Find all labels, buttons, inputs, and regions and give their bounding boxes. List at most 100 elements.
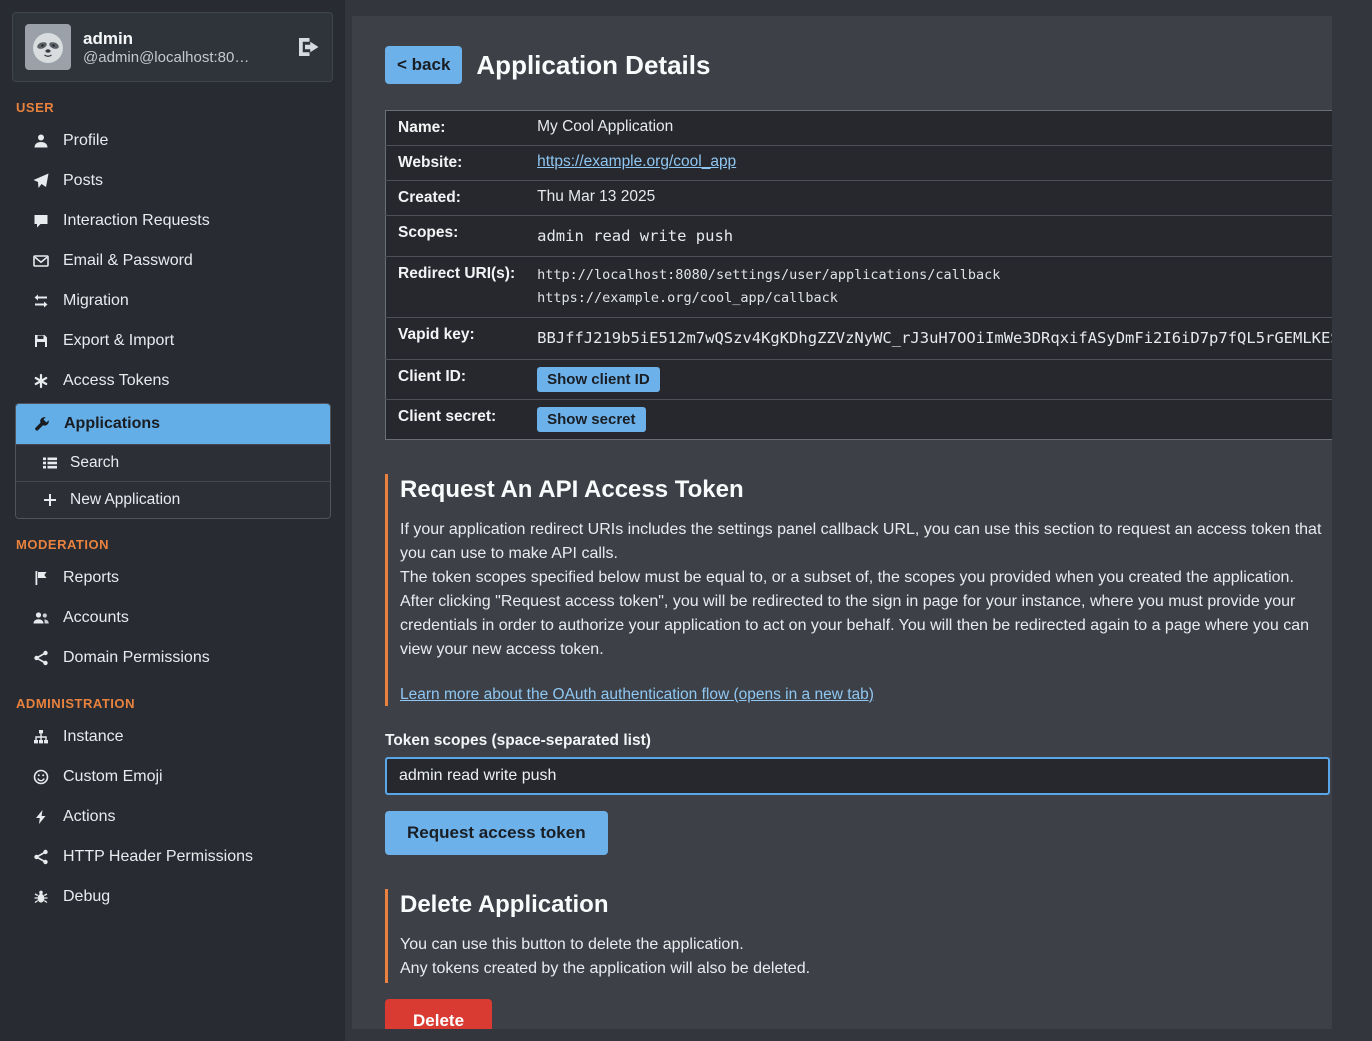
show-secret-button[interactable]: Show secret bbox=[537, 407, 645, 432]
sidebar-item-label: New Application bbox=[70, 491, 180, 509]
sidebar-item-access-tokens[interactable]: Access Tokens bbox=[0, 361, 345, 401]
share-icon bbox=[33, 849, 49, 865]
detail-label: Scopes: bbox=[386, 216, 528, 257]
redirect-uri-1: http://localhost:8080/settings/user/appl… bbox=[537, 264, 1332, 287]
sidebar-item-migration[interactable]: Migration bbox=[0, 281, 345, 321]
user-handle: @admin@localhost:80… bbox=[83, 49, 284, 66]
detail-value: https://example.org/cool_app bbox=[527, 146, 1332, 181]
sidebar-item-applications-new[interactable]: New Application bbox=[16, 481, 330, 518]
detail-label: Redirect URI(s): bbox=[386, 257, 528, 318]
sidebar-item-profile[interactable]: Profile bbox=[0, 121, 345, 161]
logout-icon[interactable] bbox=[296, 35, 320, 59]
token-section-title: Request An API Access Token bbox=[400, 476, 1330, 504]
floppy-icon bbox=[33, 333, 49, 349]
delete-section-title: Delete Application bbox=[400, 891, 1330, 919]
sidebar-item-http-header-permissions[interactable]: HTTP Header Permissions bbox=[0, 837, 345, 877]
request-button-row: Request access token bbox=[385, 795, 1330, 855]
sidebar-item-label: Reports bbox=[63, 569, 119, 587]
sidebar-item-posts[interactable]: Posts bbox=[0, 161, 345, 201]
sidebar: admin @admin@localhost:80… USER Profile … bbox=[0, 0, 345, 1041]
section-heading-user: USER bbox=[16, 100, 329, 115]
detail-value: Show secret bbox=[527, 399, 1332, 439]
user-meta: admin @admin@localhost:80… bbox=[83, 29, 284, 66]
oauth-docs-link[interactable]: Learn more about the OAuth authenticatio… bbox=[400, 686, 874, 704]
token-section-para-1: If your application redirect URIs includ… bbox=[400, 518, 1330, 566]
back-button[interactable]: < back bbox=[385, 46, 462, 84]
token-section-para-2: The token scopes specified below must be… bbox=[400, 566, 1330, 590]
page-title: Application Details bbox=[476, 50, 710, 81]
sidebar-item-label: Interaction Requests bbox=[63, 212, 210, 230]
sidebar-item-reports[interactable]: Reports bbox=[0, 558, 345, 598]
detail-row-vapid-key: Vapid key: BBJffJ219b5iE512m7wQSzv4KgKDh… bbox=[386, 318, 1333, 359]
user-card[interactable]: admin @admin@localhost:80… bbox=[12, 12, 333, 82]
sidebar-item-label: Search bbox=[70, 454, 119, 472]
request-access-token-button[interactable]: Request access token bbox=[385, 811, 608, 855]
detail-label: Client ID: bbox=[386, 359, 528, 399]
sidebar-item-applications[interactable]: Applications bbox=[16, 404, 330, 444]
website-link[interactable]: https://example.org/cool_app bbox=[537, 153, 736, 170]
page-header: < back Application Details bbox=[385, 46, 1330, 84]
detail-value: Thu Mar 13 2025 bbox=[527, 181, 1332, 216]
detail-row-client-id: Client ID: Show client ID bbox=[386, 359, 1333, 399]
detail-value: My Cool Application bbox=[527, 111, 1332, 146]
app-root: admin @admin@localhost:80… USER Profile … bbox=[0, 0, 1372, 1041]
sidebar-item-label: Applications bbox=[64, 415, 160, 433]
detail-row-created: Created: Thu Mar 13 2025 bbox=[386, 181, 1333, 216]
sidebar-item-applications-search[interactable]: Search bbox=[16, 444, 330, 481]
sidebar-item-domain-permissions[interactable]: Domain Permissions bbox=[0, 638, 345, 678]
token-scopes-label: Token scopes (space-separated list) bbox=[385, 732, 1330, 750]
plus-icon bbox=[42, 492, 58, 508]
sidebar-item-label: Migration bbox=[63, 292, 129, 310]
sidebar-item-actions[interactable]: Actions bbox=[0, 797, 345, 837]
detail-value: admin read write push bbox=[527, 216, 1332, 257]
sidebar-item-accounts[interactable]: Accounts bbox=[0, 598, 345, 638]
delete-section-para-1: You can use this button to delete the ap… bbox=[400, 933, 1330, 957]
detail-label: Created: bbox=[386, 181, 528, 216]
detail-value: BBJffJ219b5iE512m7wQSzv4KgKDhgZZVzNyWC_r… bbox=[527, 318, 1332, 359]
token-scopes-input[interactable] bbox=[385, 757, 1330, 795]
sidebar-item-label: Debug bbox=[63, 888, 110, 906]
sidebar-item-label: Custom Emoji bbox=[63, 768, 163, 786]
sidebar-item-label: Posts bbox=[63, 172, 103, 190]
sidebar-item-label: Actions bbox=[63, 808, 115, 826]
section-heading-administration: ADMINISTRATION bbox=[16, 696, 329, 711]
detail-row-client-secret: Client secret: Show secret bbox=[386, 399, 1333, 439]
sidebar-item-instance[interactable]: Instance bbox=[0, 717, 345, 757]
exchange-icon bbox=[33, 293, 49, 309]
detail-label: Website: bbox=[386, 146, 528, 181]
bug-icon bbox=[33, 889, 49, 905]
token-section-para-3: After clicking "Request access token", y… bbox=[400, 590, 1330, 662]
bolt-icon bbox=[33, 809, 49, 825]
avatar bbox=[25, 24, 71, 70]
username: admin bbox=[83, 29, 284, 49]
delete-button[interactable]: Delete bbox=[385, 999, 492, 1029]
sidebar-item-label: Email & Password bbox=[63, 252, 193, 270]
detail-row-website: Website: https://example.org/cool_app bbox=[386, 146, 1333, 181]
main-panel: < back Application Details Name: My Cool… bbox=[352, 16, 1332, 1029]
sidebar-item-label: Access Tokens bbox=[63, 372, 169, 390]
sidebar-item-debug[interactable]: Debug bbox=[0, 877, 345, 917]
delete-application-section: Delete Application You can use this butt… bbox=[385, 889, 1330, 983]
detail-value: http://localhost:8080/settings/user/appl… bbox=[527, 257, 1332, 318]
user-icon bbox=[33, 133, 49, 149]
detail-row-scopes: Scopes: admin read write push bbox=[386, 216, 1333, 257]
comment-icon bbox=[33, 213, 49, 229]
sidebar-item-label: Export & Import bbox=[63, 332, 174, 350]
smiley-icon bbox=[33, 769, 49, 785]
sidebar-item-export-import[interactable]: Export & Import bbox=[0, 321, 345, 361]
share-nodes-icon bbox=[33, 650, 49, 666]
detail-value: Show client ID bbox=[527, 359, 1332, 399]
sitemap-icon bbox=[33, 729, 49, 745]
detail-label: Name: bbox=[386, 111, 528, 146]
sidebar-item-custom-emoji[interactable]: Custom Emoji bbox=[0, 757, 345, 797]
detail-label: Client secret: bbox=[386, 399, 528, 439]
sidebar-item-label: Domain Permissions bbox=[63, 649, 210, 667]
sidebar-item-email-password[interactable]: Email & Password bbox=[0, 241, 345, 281]
paper-plane-icon bbox=[33, 173, 49, 189]
sidebar-item-interaction-requests[interactable]: Interaction Requests bbox=[0, 201, 345, 241]
list-icon bbox=[42, 455, 58, 471]
show-client-id-button[interactable]: Show client ID bbox=[537, 367, 660, 392]
wrench-icon bbox=[34, 416, 50, 432]
sidebar-item-label: HTTP Header Permissions bbox=[63, 848, 253, 866]
redirect-uri-2: https://example.org/cool_app/callback bbox=[537, 287, 1332, 310]
